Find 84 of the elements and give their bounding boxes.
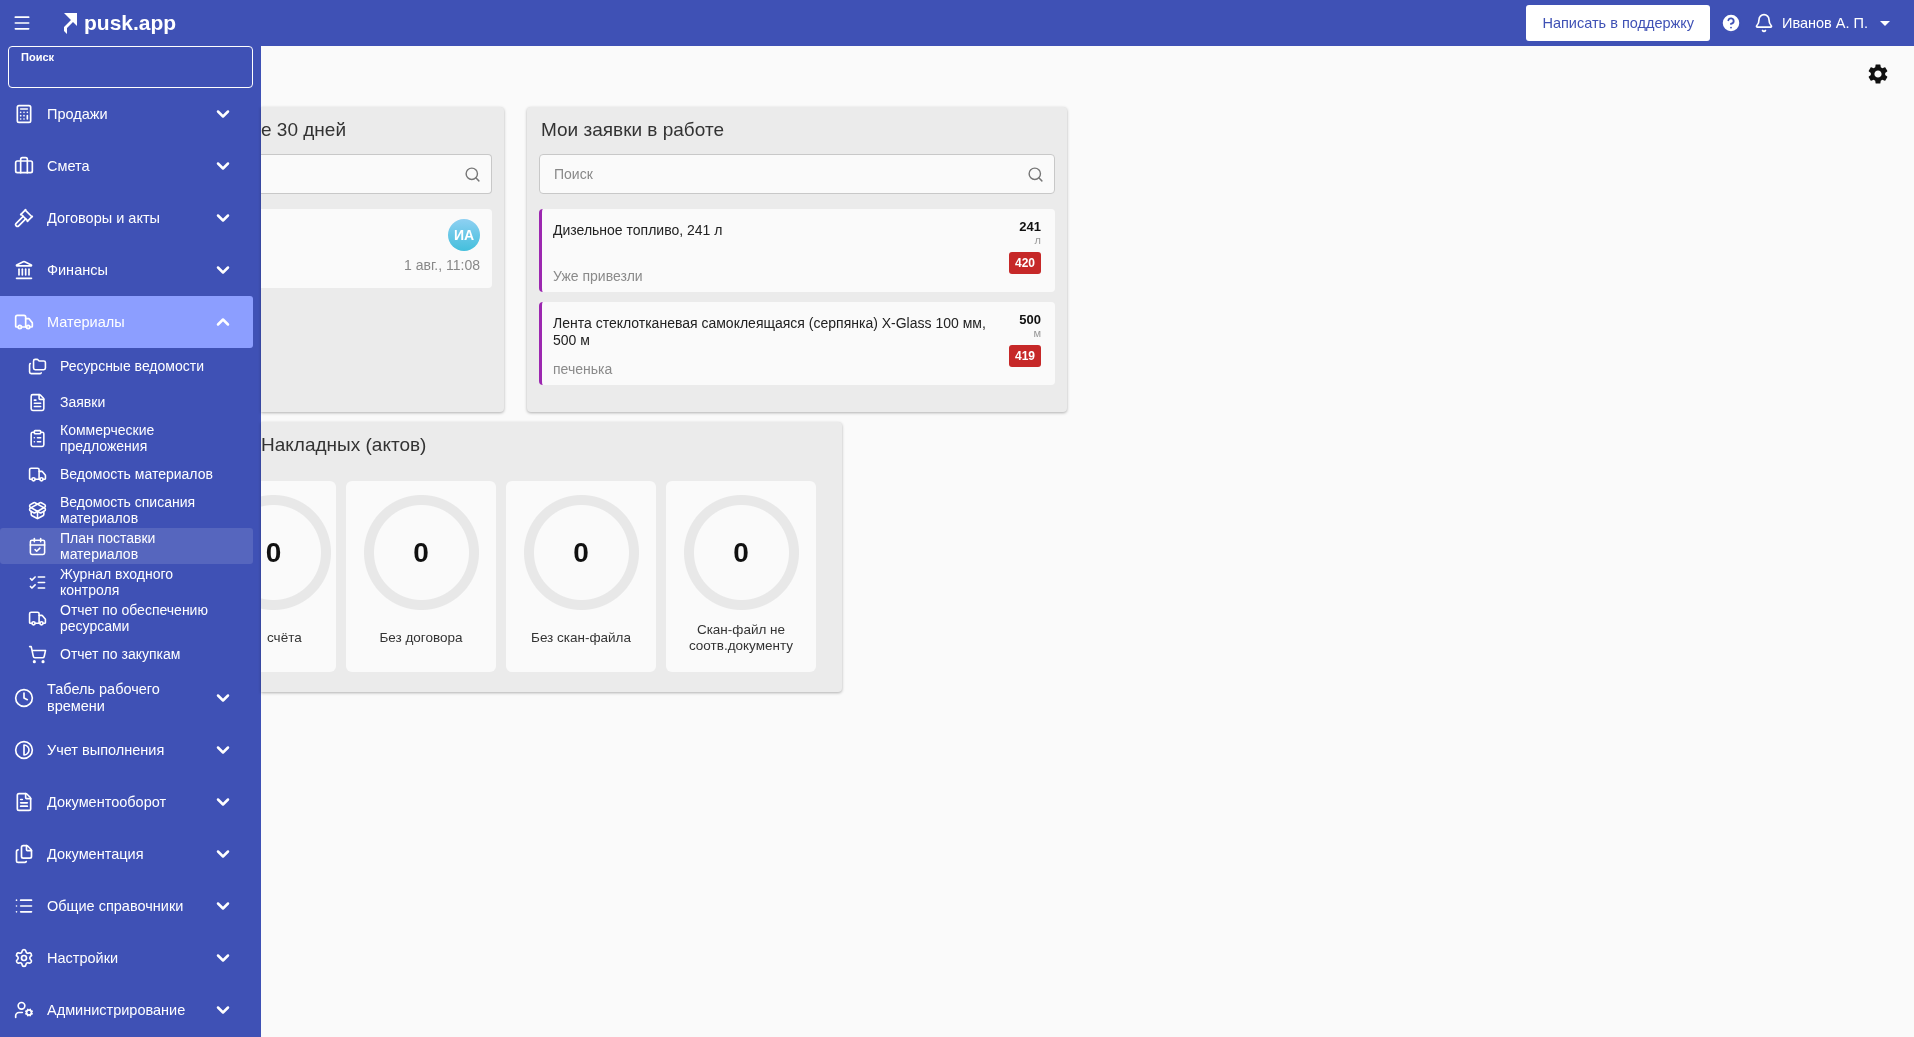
request-number: 419 xyxy=(1008,345,1041,367)
menu-icon[interactable] xyxy=(12,13,32,33)
stat-value: 0 xyxy=(413,536,429,569)
request-number: 420 xyxy=(1008,252,1041,274)
document-icon xyxy=(14,792,34,812)
request-name: Дизельное топливо, 241 л xyxy=(553,221,724,239)
search-icon xyxy=(1027,165,1044,183)
user-gear-icon xyxy=(14,1000,34,1020)
submenu-item[interactable]: Ведомость материалов xyxy=(0,456,253,492)
briefcase-icon xyxy=(14,156,34,176)
calendar-check-icon xyxy=(28,536,47,556)
list-icon xyxy=(14,896,34,916)
truck-icon xyxy=(14,312,34,332)
stat-value: 0 xyxy=(265,536,282,569)
help-icon[interactable] xyxy=(1720,12,1742,34)
stat-label: Скан-файл не соотв.документу xyxy=(687,621,795,655)
search-input[interactable]: Поиск xyxy=(552,165,1027,183)
unit: м xyxy=(1033,327,1041,339)
menu-item[interactable]: Продажи xyxy=(0,88,253,140)
menu-item[interactable]: Общие справочники xyxy=(0,880,253,932)
menu-item[interactable]: Финансы xyxy=(0,244,253,296)
search-field[interactable] xyxy=(261,154,492,194)
clock-icon xyxy=(14,688,34,708)
cart-icon xyxy=(28,644,47,664)
stat-label: Без договора xyxy=(378,629,464,647)
stat-label: Без скан-файла xyxy=(530,629,632,647)
submenu-item[interactable]: Отчет по закупкам xyxy=(0,636,253,672)
card-title: Накладных (актов) xyxy=(261,434,428,457)
search-icon xyxy=(464,165,481,183)
request-card[interactable]: Лента стеклотканевая самоклеящаяся (серпянка) X-Glass 100 мм, 500 м печенька 500 м 419 xyxy=(539,302,1055,385)
menu-item[interactable]: Смета xyxy=(0,140,253,192)
stat-value: 0 xyxy=(573,536,589,569)
menu-item[interactable]: Документооборот xyxy=(0,776,253,828)
stat-card[interactable]: 0 счёта xyxy=(261,481,336,672)
stat-value: 0 xyxy=(733,536,749,569)
calculator-icon xyxy=(14,104,34,124)
bank-icon xyxy=(14,260,34,280)
request-name: Лента стеклотканевая самоклеящаяся (серпянка) X-Glass 100 мм, 500 м xyxy=(553,314,987,349)
package-icon xyxy=(28,500,47,520)
gavel-icon xyxy=(14,208,34,228)
submenu-item[interactable]: План поставки материалов xyxy=(0,528,253,564)
quantity: 241 xyxy=(1019,219,1041,234)
menu-item[interactable]: Настройки xyxy=(0,932,253,984)
stat-card[interactable]: 0 Скан-файл не соотв.документу xyxy=(666,481,816,672)
menu-item[interactable]: Документация xyxy=(0,828,253,880)
clipboard-icon xyxy=(28,428,47,448)
submenu-item[interactable]: Журнал входного контроля xyxy=(0,564,253,600)
settings-icon[interactable] xyxy=(1866,62,1890,86)
folders-icon xyxy=(28,356,47,376)
contrast-icon xyxy=(14,740,34,760)
menu-item[interactable]: Табель рабочего времени xyxy=(0,672,253,724)
settings-icon xyxy=(14,948,34,968)
submenu-item[interactable]: Отчет по обеспечению ресурсами xyxy=(0,600,253,636)
menu-item[interactable]: Администрирование xyxy=(0,984,253,1036)
caret-icon xyxy=(1880,20,1890,26)
submenu-item[interactable]: Ресурсные ведомости xyxy=(0,348,253,384)
request-status: Уже привезли xyxy=(553,268,644,284)
stat-card[interactable]: 0 Без договора xyxy=(346,481,496,672)
entry-time: 1 авг., 11:08 xyxy=(404,257,480,273)
submenu-item[interactable]: Заявки xyxy=(0,384,253,420)
document-icon xyxy=(28,392,47,412)
truck-icon xyxy=(28,608,47,628)
request-card[interactable]: Дизельное топливо, 241 л Уже привезли 241 л 420 xyxy=(539,209,1055,292)
menu-item[interactable]: Учет выполнения xyxy=(0,724,253,776)
menu-item[interactable]: Договоры и акты xyxy=(0,192,253,244)
logo-icon xyxy=(62,12,78,34)
submenu-item[interactable]: Коммерческие предложения xyxy=(0,420,253,456)
bell-icon[interactable] xyxy=(1754,13,1774,33)
search-field[interactable]: Поиск xyxy=(539,154,1055,194)
avatar: ИА xyxy=(448,219,480,251)
stat-label: счёта xyxy=(266,629,303,647)
stat-card[interactable]: 0 Без скан-файла xyxy=(506,481,656,672)
card-title: Мои заявки в работе xyxy=(541,119,725,142)
user-menu[interactable]: Иванов А. П. xyxy=(1782,15,1890,31)
support-button[interactable]: Написать в поддержку xyxy=(1526,5,1710,41)
logo-text: pusk.app xyxy=(84,11,177,35)
unit: л xyxy=(1034,234,1041,246)
search-field[interactable]: Поиск xyxy=(8,46,253,88)
card-title: е 30 дней xyxy=(261,119,348,142)
quantity: 500 xyxy=(1019,312,1041,327)
files-icon xyxy=(14,844,34,864)
submenu-item[interactable]: Ведомость списания материалов xyxy=(0,492,253,528)
truck-icon xyxy=(28,464,47,484)
request-status: печенька xyxy=(553,361,614,377)
